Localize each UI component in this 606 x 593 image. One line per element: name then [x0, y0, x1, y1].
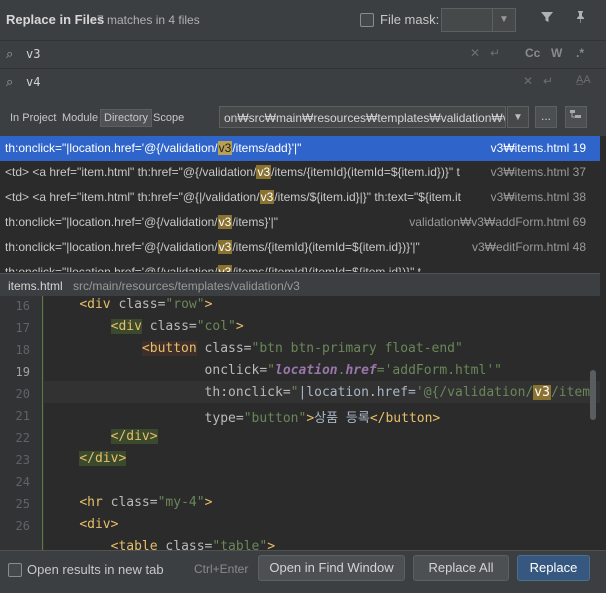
match-count: 7 matches in 4 files — [97, 13, 200, 27]
code-line: <div> — [79, 517, 119, 532]
code-preview[interactable]: 16 17 18 19 20 21 22 23 24 25 26 <div cl… — [0, 296, 600, 550]
tab-scope[interactable]: Scope — [153, 112, 184, 124]
result-file: v3₩items.html 37 — [486, 165, 586, 179]
line-number: 23 — [15, 453, 30, 467]
whole-words-toggle[interactable]: W — [551, 46, 562, 60]
directory-input[interactable]: on₩src₩main₩resources₩templates₩validati… — [219, 106, 506, 128]
editor-scrollbar[interactable] — [590, 370, 596, 420]
tab-in-project[interactable]: In Project — [10, 112, 56, 124]
file-mask-label: File mask: — [380, 12, 440, 27]
result-row[interactable]: th:onclick="|location.href='@{/validatio… — [0, 235, 600, 260]
preview-header: items.html src/main/resources/templates/… — [0, 273, 600, 297]
line-number: 19 — [15, 365, 30, 379]
shortcut-hint: Ctrl+Enter — [194, 562, 249, 576]
code-line: <div class="row"> — [79, 297, 213, 312]
line-number: 25 — [15, 497, 30, 511]
search-icon[interactable]: ⌕ — [6, 46, 13, 62]
replace-button[interactable]: Replace — [517, 555, 590, 581]
result-file: v3₩items.html 19 — [486, 141, 586, 155]
line-number: 16 — [15, 299, 30, 313]
code-line: <table class="table"> — [110, 539, 276, 550]
chevron-down-icon[interactable]: ▼ — [507, 106, 529, 128]
search-icon[interactable]: ⌕ — [6, 74, 13, 90]
file-mask-dropdown[interactable]: ▼ — [492, 8, 516, 32]
code-line: </div> — [110, 429, 158, 444]
recursive-icon[interactable] — [565, 106, 587, 128]
pin-icon[interactable] — [570, 8, 590, 30]
result-row[interactable]: th:onclick="|location.href='@{/validatio… — [0, 210, 600, 235]
result-file: v3₩editForm.html 48 — [467, 240, 586, 254]
line-number: 17 — [15, 321, 30, 335]
browse-button[interactable]: ... — [535, 106, 557, 128]
preview-file-path: src/main/resources/templates/validation/… — [73, 279, 300, 293]
find-row: ⌕ v3 ✕ ↵ Cc W .* — [0, 40, 606, 68]
code-line: <hr class="my-4"> — [79, 495, 213, 510]
file-mask-checkbox[interactable] — [360, 13, 374, 27]
tab-directory[interactable]: Directory — [100, 109, 153, 127]
code-line: type="button">상품 등록</button> — [204, 411, 441, 426]
preserve-case-toggle[interactable]: A̲A — [576, 74, 591, 86]
code-line: <button class="btn btn-primary float-end… — [141, 341, 463, 356]
replace-all-button[interactable]: Replace All — [413, 555, 509, 581]
newline-icon[interactable]: ↵ — [543, 74, 553, 88]
replace-input[interactable]: v4 — [26, 75, 40, 89]
results-list: th:onclick="|location.href='@{/validatio… — [0, 136, 600, 272]
line-number: 21 — [15, 409, 30, 423]
open-new-tab-checkbox[interactable] — [8, 563, 22, 577]
match-case-toggle[interactable]: Cc — [525, 46, 540, 60]
result-row[interactable]: <td> <a href="item.html" th:href="@{|/va… — [0, 185, 600, 210]
clear-icon[interactable]: ✕ — [523, 74, 533, 88]
result-file: validation₩v3₩addForm.html 69 — [405, 215, 586, 229]
dialog-title: Replace in Files — [6, 12, 105, 27]
dialog-header: Replace in Files 7 matches in 4 files Fi… — [0, 0, 606, 40]
filter-icon[interactable] — [537, 8, 557, 30]
preview-file-name: items.html — [8, 279, 63, 293]
open-in-find-window-button[interactable]: Open in Find Window — [258, 555, 405, 581]
line-number: 24 — [15, 475, 30, 489]
line-number: 18 — [15, 343, 30, 357]
find-input[interactable]: v3 — [26, 47, 40, 61]
open-new-tab-label[interactable]: Open results in new tab — [27, 562, 164, 577]
line-number: 20 — [15, 387, 30, 401]
result-file: v3₩items.html 38 — [486, 190, 586, 204]
clear-icon[interactable]: ✕ — [470, 46, 480, 60]
result-row[interactable]: th:onclick="|location.href='@{/validatio… — [0, 136, 600, 161]
newline-icon[interactable]: ↵ — [490, 46, 500, 60]
replace-row: ⌕ v4 ✕ ↵ A̲A — [0, 68, 606, 96]
code-line: </div> — [79, 451, 127, 466]
regex-toggle[interactable]: .* — [576, 46, 584, 60]
tab-module[interactable]: Module — [62, 112, 98, 124]
code-line: th:onclick="|location.href='@{/validatio… — [204, 385, 591, 400]
result-row[interactable]: <td> <a href="item.html" th:href="@{/val… — [0, 160, 600, 185]
line-number: 22 — [15, 431, 30, 445]
code-line: onclick="location.href='addForm.html'" — [204, 363, 502, 378]
file-mask-input[interactable] — [441, 8, 493, 32]
code-line: <div class="col"> — [110, 319, 244, 334]
line-number: 26 — [15, 519, 30, 533]
result-row[interactable]: th:onclick="|location.href='@{/validatio… — [0, 260, 600, 272]
